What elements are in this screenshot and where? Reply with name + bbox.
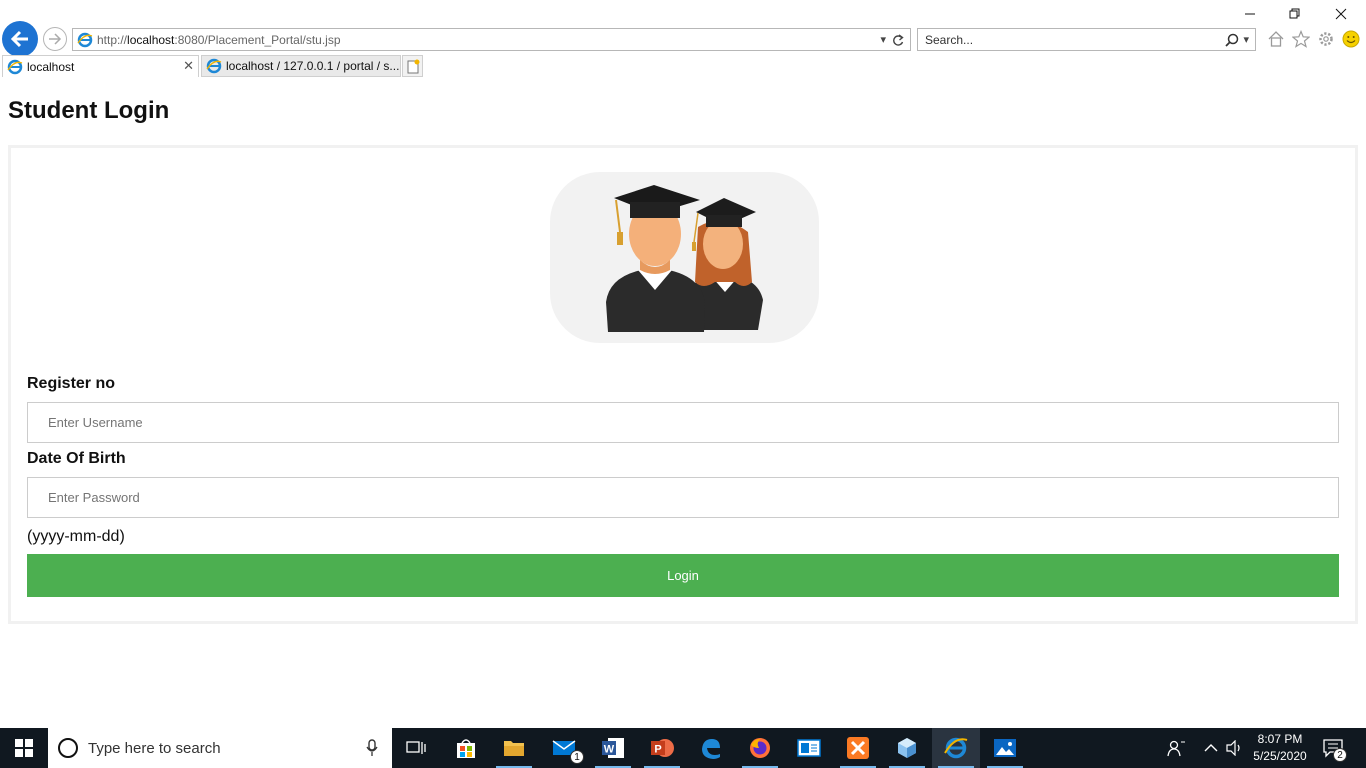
firefox-icon	[750, 738, 770, 758]
date-of-birth-label: Date Of Birth	[27, 450, 126, 467]
arrow-right-icon	[49, 33, 62, 45]
start-button[interactable]	[0, 728, 48, 768]
login-button[interactable]: Login	[27, 554, 1339, 597]
restore-icon	[1289, 8, 1300, 19]
xampp-app[interactable]	[834, 728, 882, 768]
people-button[interactable]	[1166, 728, 1186, 768]
home-icon[interactable]	[1266, 29, 1285, 48]
svg-text:P: P	[654, 744, 661, 756]
date-of-birth-input[interactable]	[27, 477, 1339, 518]
refresh-icon[interactable]	[892, 33, 904, 46]
edge-app[interactable]	[687, 728, 735, 768]
arrow-left-icon	[10, 30, 28, 48]
xampp-icon	[847, 737, 869, 759]
mail-app[interactable]: 1	[540, 728, 588, 768]
photos-icon	[994, 739, 1016, 757]
microphone-icon[interactable]	[366, 739, 378, 757]
restore-button[interactable]	[1281, 4, 1309, 24]
taskbar-search[interactable]: Type here to search	[48, 728, 392, 768]
folder-icon	[504, 741, 524, 756]
store-icon	[457, 739, 475, 758]
cortana-icon	[58, 738, 78, 758]
word-app[interactable]: W	[589, 728, 637, 768]
gear-icon[interactable]	[1316, 29, 1335, 48]
minimize-icon	[1245, 13, 1255, 15]
tab-strip: localhost ✕ localhost / 127.0.0.1 / port…	[0, 55, 1366, 77]
mail-badge: 1	[570, 750, 584, 764]
action-center-button[interactable]: 2	[1322, 728, 1347, 768]
notification-badge: 2	[1333, 748, 1347, 762]
browser-search-box[interactable]: Search... ▾	[917, 28, 1256, 51]
search-dropdown-icon[interactable]: ▾	[1243, 33, 1249, 46]
powerpoint-icon: P	[651, 739, 674, 757]
internet-explorer-app[interactable]	[932, 728, 980, 768]
volume-button[interactable]	[1226, 728, 1244, 768]
browser-toolbar	[1266, 29, 1360, 48]
svg-text:W: W	[604, 744, 615, 756]
url-host: localhost	[127, 32, 175, 47]
avatar	[550, 172, 819, 343]
reader-icon	[797, 739, 821, 757]
volume-icon	[1226, 740, 1240, 756]
graduates-icon	[606, 185, 763, 332]
register-no-input[interactable]	[27, 402, 1339, 443]
tab-label: localhost	[27, 59, 75, 74]
tab-phpmyadmin[interactable]: localhost / 127.0.0.1 / portal / s...	[201, 55, 401, 77]
file-explorer-app[interactable]	[490, 728, 538, 768]
ie-tab-icon	[7, 59, 23, 74]
cube-icon	[898, 738, 916, 758]
edge-icon	[702, 739, 720, 759]
store-app[interactable]	[442, 728, 490, 768]
date-format-hint: (yyyy-mm-dd)	[27, 528, 125, 545]
taskbar-clock[interactable]: 8:07 PM 5/25/2020	[1250, 731, 1310, 765]
word-icon: W	[602, 738, 624, 758]
powerpoint-app[interactable]: P	[638, 728, 686, 768]
task-view-icon	[406, 741, 426, 754]
people-icon	[1167, 740, 1185, 757]
close-window-button[interactable]	[1327, 4, 1355, 24]
dropdown-arrow-icon[interactable]: ▾	[880, 33, 886, 46]
taskbar-search-placeholder: Type here to search	[88, 739, 221, 757]
minimize-button[interactable]	[1236, 4, 1264, 24]
taskbar: Type here to search 1 W P 8:07 PM 5/25/2…	[0, 728, 1366, 768]
ie-tab-icon	[206, 58, 222, 74]
photos-app[interactable]	[981, 728, 1029, 768]
tab-localhost[interactable]: localhost ✕	[2, 55, 199, 77]
register-no-label: Register no	[27, 375, 116, 392]
favorites-star-icon[interactable]	[1291, 29, 1310, 48]
virtualbox-app[interactable]	[883, 728, 931, 768]
url-prefix: http://	[97, 32, 128, 47]
new-tab-button[interactable]	[402, 55, 423, 77]
new-tab-icon	[407, 59, 419, 73]
address-bar[interactable]: http://localhost:8080/Placement_Portal/s…	[72, 28, 911, 51]
forward-button[interactable]	[43, 27, 67, 51]
ie-icon	[944, 737, 968, 759]
browser-chrome: http://localhost:8080/Placement_Portal/s…	[0, 0, 1366, 78]
close-icon	[1335, 8, 1347, 20]
firefox-app[interactable]	[736, 728, 784, 768]
clock-date: 5/25/2020	[1253, 749, 1307, 763]
search-icon[interactable]	[1225, 33, 1239, 47]
clock-time: 8:07 PM	[1257, 732, 1303, 746]
url-path: :8080/Placement_Portal/stu.jsp	[174, 32, 341, 47]
ie-page-icon	[77, 32, 93, 47]
back-button[interactable]	[2, 21, 38, 57]
reader-app[interactable]	[785, 728, 833, 768]
chevron-up-icon	[1204, 744, 1218, 752]
tab-close-icon[interactable]: ✕	[183, 58, 194, 74]
browser-search-placeholder: Search...	[925, 32, 974, 47]
windows-logo-icon	[15, 739, 33, 757]
smiley-feedback-icon[interactable]	[1341, 29, 1360, 48]
login-form: Register no Date Of Birth (yyyy-mm-dd) L…	[8, 145, 1358, 624]
task-view-button[interactable]	[392, 728, 440, 768]
page-title: Student Login	[8, 97, 170, 124]
tab-label: localhost / 127.0.0.1 / portal / s...	[226, 59, 400, 73]
tray-overflow-button[interactable]	[1204, 728, 1218, 768]
